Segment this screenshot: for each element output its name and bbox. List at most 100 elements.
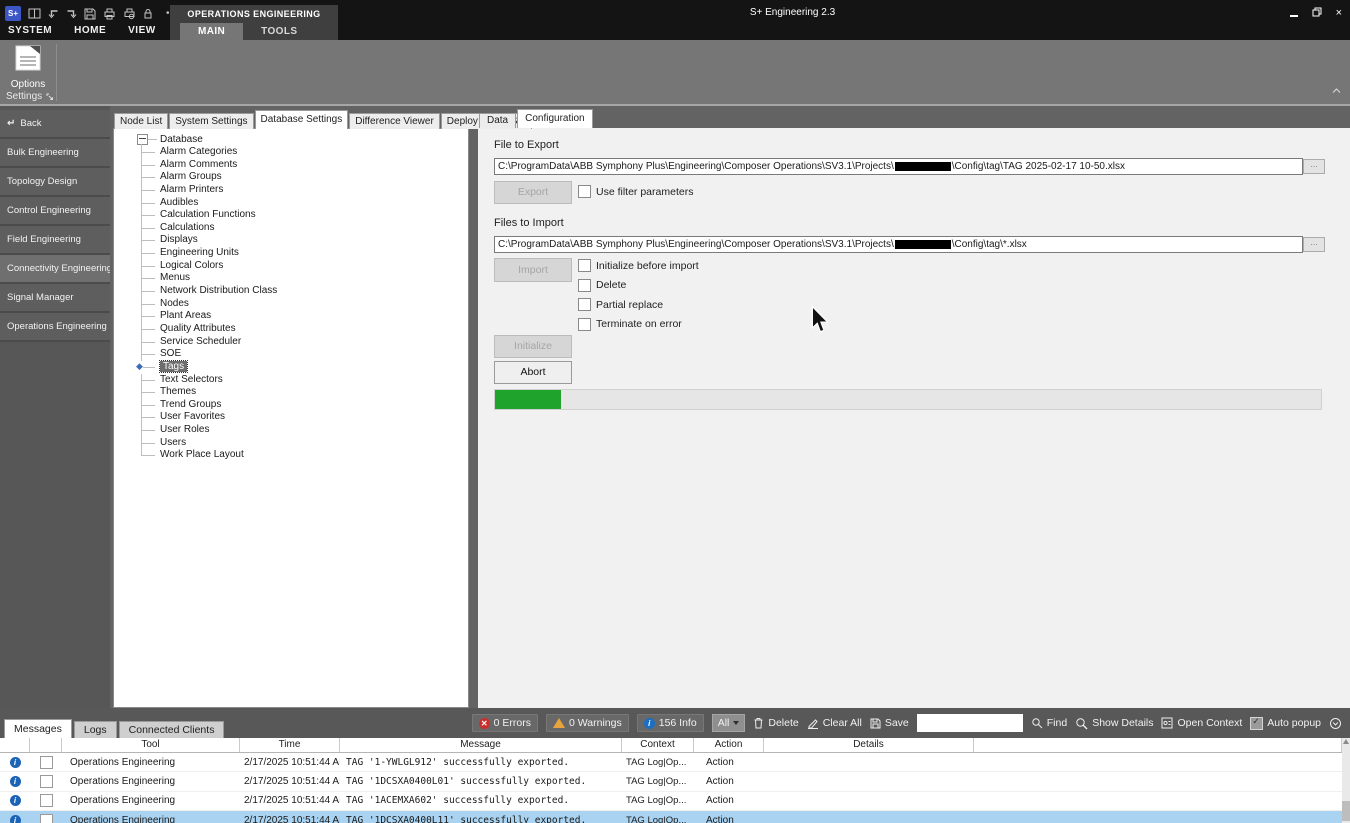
import-option-checkbox[interactable] <box>578 259 591 272</box>
show-details-button[interactable]: Show Details <box>1075 717 1153 730</box>
sidebar-item[interactable]: ↵Back <box>0 110 110 139</box>
export-path-input[interactable]: C:\ProgramData\ABB Symphony Plus\Enginee… <box>494 158 1303 175</box>
header-tool[interactable]: Tool <box>62 738 240 752</box>
use-filter-parameters-checkbox[interactable] <box>578 185 591 198</box>
import-option[interactable]: Initialize before import <box>578 259 699 272</box>
import-option[interactable]: Partial replace <box>578 298 699 311</box>
filter-dropdown[interactable]: All <box>712 714 746 732</box>
minimize-icon[interactable] <box>1290 8 1298 19</box>
tree-item[interactable]: ◆Nodes <box>114 298 468 311</box>
tree-item[interactable]: ◆Themes <box>114 386 468 399</box>
popup-toggle-icon[interactable] <box>1329 717 1342 730</box>
find-button[interactable]: Find <box>1031 717 1067 729</box>
table-row[interactable]: i Operations Engineering 2/17/2025 10:51… <box>0 753 1342 772</box>
header-action[interactable]: Action <box>694 738 764 752</box>
menu-item[interactable]: VIEW <box>128 25 156 36</box>
warnings-filter-button[interactable]: 0 Warnings <box>546 714 629 732</box>
detail-tab[interactable]: Configuration <box>517 109 592 128</box>
bottom-tab[interactable]: Logs <box>74 721 117 738</box>
vertical-splitter[interactable] <box>470 106 478 708</box>
sidebar-item[interactable]: ↵Bulk Engineering <box>0 139 110 168</box>
sidebar-item[interactable]: ↵Topology Design <box>0 168 110 197</box>
header-details[interactable]: Details <box>764 738 974 752</box>
bottom-tab[interactable]: Connected Clients <box>119 721 225 738</box>
row-checkbox[interactable] <box>40 794 53 807</box>
import-browse-button[interactable]: ... <box>1303 237 1325 252</box>
tree-item[interactable]: ◆Alarm Comments <box>114 159 468 172</box>
abort-button[interactable]: Abort <box>494 361 572 384</box>
tree-item[interactable]: ◆Logical Colors <box>114 260 468 273</box>
ribbon-tab[interactable]: MAIN <box>180 23 243 40</box>
scroll-up-icon[interactable] <box>1343 739 1349 744</box>
dialog-launcher-icon[interactable] <box>46 93 54 101</box>
sidebar-item[interactable]: ↵Field Engineering <box>0 226 110 255</box>
save-messages-button[interactable]: Save <box>870 717 909 729</box>
export-browse-button[interactable]: ... <box>1303 159 1325 174</box>
message-filter-input[interactable] <box>917 714 1023 732</box>
header-time[interactable]: Time <box>240 738 340 752</box>
import-path-input[interactable]: C:\ProgramData\ABB Symphony Plus\Enginee… <box>494 236 1303 253</box>
menu-item[interactable]: SYSTEM <box>8 25 52 36</box>
menu-item[interactable]: HOME <box>74 25 106 36</box>
tree-item[interactable]: ◆Work Place Layout <box>114 449 468 462</box>
errors-filter-button[interactable]: ✕ 0 Errors <box>472 714 538 732</box>
lock-icon[interactable] <box>143 8 153 19</box>
table-row[interactable]: i Operations Engineering 2/17/2025 10:51… <box>0 811 1342 823</box>
tree-item[interactable]: ◆Menus <box>114 272 468 285</box>
import-option-checkbox[interactable] <box>578 298 591 311</box>
tree-item[interactable]: ◆Audibles <box>114 197 468 210</box>
app-logo-icon[interactable]: S+ <box>5 6 21 21</box>
bottom-tab[interactable]: Messages <box>4 719 72 738</box>
import-option[interactable]: Terminate on error <box>578 318 699 331</box>
workspace-tab[interactable]: Difference Viewer <box>349 113 440 129</box>
row-checkbox[interactable] <box>40 775 53 788</box>
tree-item[interactable]: ◆Network Distribution Class <box>114 285 468 298</box>
open-context-button[interactable]: Open Context <box>1161 717 1242 729</box>
redo-icon[interactable] <box>66 9 77 19</box>
tree-item[interactable]: ◆Alarm Categories <box>114 146 468 159</box>
table-row[interactable]: i Operations Engineering 2/17/2025 10:51… <box>0 792 1342 811</box>
print-preview-icon[interactable] <box>123 8 136 20</box>
auto-popup-checkbox[interactable] <box>1250 717 1263 730</box>
undo-icon[interactable] <box>48 9 59 19</box>
scrollbar-thumb[interactable] <box>1342 801 1350 821</box>
tree-item[interactable]: ◆Calculation Functions <box>114 209 468 222</box>
restore-icon[interactable] <box>1312 7 1322 19</box>
tree-item[interactable]: ◆Engineering Units <box>114 247 468 260</box>
info-filter-button[interactable]: i 156 Info <box>637 714 704 732</box>
import-option[interactable]: Delete <box>578 279 699 292</box>
close-icon[interactable]: × <box>1336 8 1342 18</box>
tree-item[interactable]: ◆Quality Attributes <box>114 323 468 336</box>
initialize-button[interactable]: Initialize <box>494 335 572 358</box>
tree-item[interactable]: ◆Tags <box>114 361 468 374</box>
save-icon[interactable] <box>84 8 96 20</box>
row-checkbox[interactable] <box>40 814 53 823</box>
tree-item[interactable]: ◆Plant Areas <box>114 310 468 323</box>
ribbon-tab[interactable]: TOOLS <box>243 23 315 40</box>
options-button[interactable]: Options <box>6 44 50 90</box>
workspace-tab[interactable]: System Settings <box>169 113 253 129</box>
sidebar-item[interactable]: ↵Signal Manager <box>0 284 110 313</box>
sidebar-item[interactable]: ↵Operations Engineering <box>0 313 110 342</box>
tree-root[interactable]: Database <box>114 133 468 146</box>
tree-item[interactable]: ◆Calculations <box>114 222 468 235</box>
header-message[interactable]: Message <box>340 738 622 752</box>
print-icon[interactable] <box>103 8 116 20</box>
tree-item[interactable]: ◆Alarm Printers <box>114 184 468 197</box>
delete-button[interactable]: Delete <box>753 717 798 729</box>
import-button[interactable]: Import <box>494 258 572 282</box>
collapse-expander-icon[interactable] <box>137 134 148 145</box>
library-icon[interactable] <box>28 8 41 19</box>
header-context[interactable]: Context <box>622 738 694 752</box>
tree-item[interactable]: ◆Users <box>114 437 468 450</box>
workspace-tab[interactable]: Node List <box>114 113 168 129</box>
ribbon-collapse-icon[interactable] <box>1332 81 1341 99</box>
tree-item[interactable]: ◆Alarm Groups <box>114 171 468 184</box>
clear-all-button[interactable]: Clear All <box>807 717 862 729</box>
export-button[interactable]: Export <box>494 181 572 204</box>
tree-item[interactable]: ◆Text Selectors <box>114 374 468 387</box>
auto-popup-toggle[interactable]: Auto popup <box>1250 717 1321 730</box>
use-filter-parameters-option[interactable]: Use filter parameters <box>578 185 693 198</box>
import-option-checkbox[interactable] <box>578 279 591 292</box>
workspace-tab[interactable]: Database Settings <box>255 110 349 129</box>
